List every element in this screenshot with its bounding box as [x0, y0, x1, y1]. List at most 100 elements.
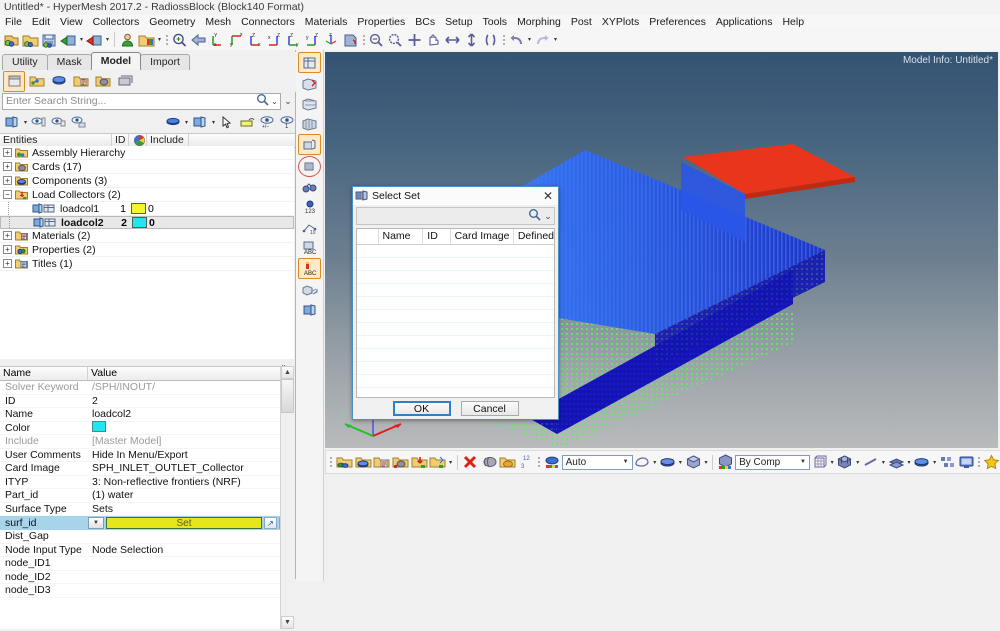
isolate-only-icon[interactable]	[49, 113, 69, 132]
shaded-disc-dropdown-arrow[interactable]: ▾	[677, 453, 684, 472]
browser-tab-mask[interactable]: Mask	[46, 54, 92, 70]
zoom-fit-icon[interactable]	[170, 30, 189, 49]
property-row[interactable]: Dist_Gap	[0, 530, 294, 544]
toolbar-grip[interactable]	[164, 32, 169, 47]
cube-dropdown-arrow[interactable]: ▾	[703, 453, 710, 472]
chevron-down-icon-2[interactable]: ▼	[797, 459, 809, 465]
property-row[interactable]: surf_id▼Set↗|◀	[0, 516, 294, 530]
expand-icon[interactable]: +	[3, 148, 12, 157]
zoom-out-icon[interactable]	[386, 30, 405, 49]
abc-text-icon[interactable]: ABC	[298, 258, 321, 279]
expand-icon[interactable]: +	[3, 176, 12, 185]
import-dropdown-arrow[interactable]: ▾	[78, 30, 85, 49]
comp-blue-icon[interactable]	[354, 453, 373, 472]
view-yz-icon[interactable]: yZ	[303, 30, 322, 49]
shaded-cube-icon[interactable]	[836, 453, 855, 472]
node-info-icon[interactable]: 123	[299, 198, 320, 217]
property-row[interactable]: Solver Keyword/SPH/INOUT/	[0, 381, 294, 395]
color-mode-select[interactable]: Auto ▼	[561, 454, 633, 470]
expand-icon[interactable]: +	[3, 231, 12, 240]
pick-cursor-icon[interactable]	[217, 113, 237, 132]
property-row[interactable]: node_ID2	[0, 571, 294, 584]
menu-item-setup[interactable]: Setup	[440, 15, 477, 29]
open-folder-icon-2[interactable]	[499, 453, 518, 472]
property-value[interactable]: 2	[88, 395, 294, 407]
view-zx-icon[interactable]: Zx	[246, 30, 265, 49]
expand-icon[interactable]: +	[3, 162, 12, 171]
search-input[interactable]: Enter Search String... ⌄	[2, 92, 281, 110]
user-profile-icon[interactable]	[118, 30, 137, 49]
set-list-row[interactable]	[357, 349, 554, 362]
search-icon[interactable]	[256, 93, 269, 109]
color-folder-dropdown-arrow[interactable]: ▾	[156, 30, 163, 49]
scroll-down-button[interactable]: ▼	[281, 616, 294, 629]
abc-label-icon[interactable]: ABC	[299, 238, 320, 257]
mesh-faces-icon[interactable]	[299, 114, 320, 133]
property-row[interactable]: Part_id (1) water	[0, 489, 294, 503]
property-row[interactable]: Name loadcol2	[0, 408, 294, 422]
property-row[interactable]: ID 2	[0, 395, 294, 408]
card-browser-icon[interactable]	[93, 72, 113, 91]
view-zy-icon[interactable]: Zy	[284, 30, 303, 49]
property-grid-body[interactable]: Solver Keyword/SPH/INOUT/ID 2 Name loadcol2…	[0, 381, 294, 631]
menu-item-post[interactable]: Post	[566, 15, 597, 29]
isolate-icon[interactable]	[29, 113, 49, 132]
cancel-button[interactable]: Cancel	[460, 401, 519, 416]
dialog-search-input[interactable]: ⌄	[356, 207, 555, 225]
property-scrollbar[interactable]: ▲ ▼	[280, 366, 294, 629]
property-value[interactable]: Hide In Menu/Export	[88, 449, 294, 461]
line-dropdown-arrow[interactable]: ▾	[880, 453, 887, 472]
menu-item-tools[interactable]: Tools	[478, 15, 513, 29]
surf-id-dropdown-button[interactable]: ▼	[88, 517, 104, 529]
cube-shaded-icon[interactable]	[684, 453, 703, 472]
display-dropdown-arrow[interactable]: ▾	[22, 113, 29, 132]
property-value[interactable]: loadcol2	[88, 408, 294, 420]
chevron-down-icon[interactable]: ⌄	[542, 211, 554, 222]
chevron-down-icon[interactable]: ⌄	[269, 97, 280, 106]
line-icon[interactable]	[861, 453, 880, 472]
measure-icon[interactable]: 10	[299, 218, 320, 237]
tree-row[interactable]: + Materials (2)	[0, 229, 294, 243]
geometry-dropdown-arrow[interactable]: ▾	[210, 113, 217, 132]
vbottom-grip-2[interactable]	[537, 455, 542, 470]
arrow-vertical-icon[interactable]	[462, 30, 481, 49]
view-xz-icon[interactable]: xZ	[265, 30, 284, 49]
expand-icon[interactable]: +	[3, 245, 12, 254]
expand-rows-icon[interactable]: ⌄	[281, 96, 295, 107]
set-list-row[interactable]	[357, 362, 554, 375]
zoom-window-icon[interactable]	[405, 30, 424, 49]
close-icon[interactable]: ✕	[540, 188, 556, 204]
wireframe-cube-icon[interactable]	[810, 453, 829, 472]
redo-icon[interactable]	[533, 30, 552, 49]
undo-dropdown-arrow[interactable]: ▾	[526, 30, 533, 49]
property-value[interactable]: (1) water	[88, 489, 294, 501]
include-icon[interactable]	[372, 453, 391, 472]
set-list-row[interactable]	[357, 245, 554, 258]
tree-row[interactable]: + Assembly Hierarchy	[0, 146, 294, 160]
tree-row[interactable]: + Titles (1)	[0, 257, 294, 271]
property-value[interactable]: /SPH/INOUT/	[88, 381, 294, 393]
export-solver-icon[interactable]	[429, 453, 448, 472]
property-row[interactable]: ITYP 3: Non-reflective frontiers (NRF)	[0, 476, 294, 489]
numbers-icon[interactable]: 12 3	[517, 453, 536, 472]
import-solver-icon[interactable]	[410, 453, 429, 472]
vbottom-grip-1[interactable]	[329, 455, 334, 470]
set-list-row[interactable]	[357, 388, 554, 397]
tree-row[interactable]: + Components (3)	[0, 174, 294, 188]
mesh-lines-dropdown-arrow[interactable]: ▾	[906, 453, 913, 472]
undo-icon[interactable]	[507, 30, 526, 49]
pan-icon[interactable]	[424, 30, 443, 49]
set-list-row[interactable]	[357, 323, 554, 336]
tree-row-selected[interactable]: loadcol2 2 0	[0, 216, 294, 229]
export-solver-dropdown-arrow[interactable]: ▾	[447, 453, 454, 472]
mesh-transform-icon[interactable]	[299, 280, 320, 299]
property-row[interactable]: Card Image SPH_INLET_OUTLET_Collector	[0, 462, 294, 476]
display-mode-icon[interactable]	[716, 453, 735, 472]
wireframe-icon[interactable]	[633, 453, 652, 472]
view-iso-icon[interactable]: Z	[322, 30, 341, 49]
set-list-row[interactable]	[357, 310, 554, 323]
part-browser-icon[interactable]	[115, 72, 135, 91]
component-browser-icon[interactable]	[49, 72, 69, 91]
tree-row[interactable]: loadcol1 1 0	[0, 202, 294, 216]
set-list-row[interactable]	[357, 336, 554, 349]
